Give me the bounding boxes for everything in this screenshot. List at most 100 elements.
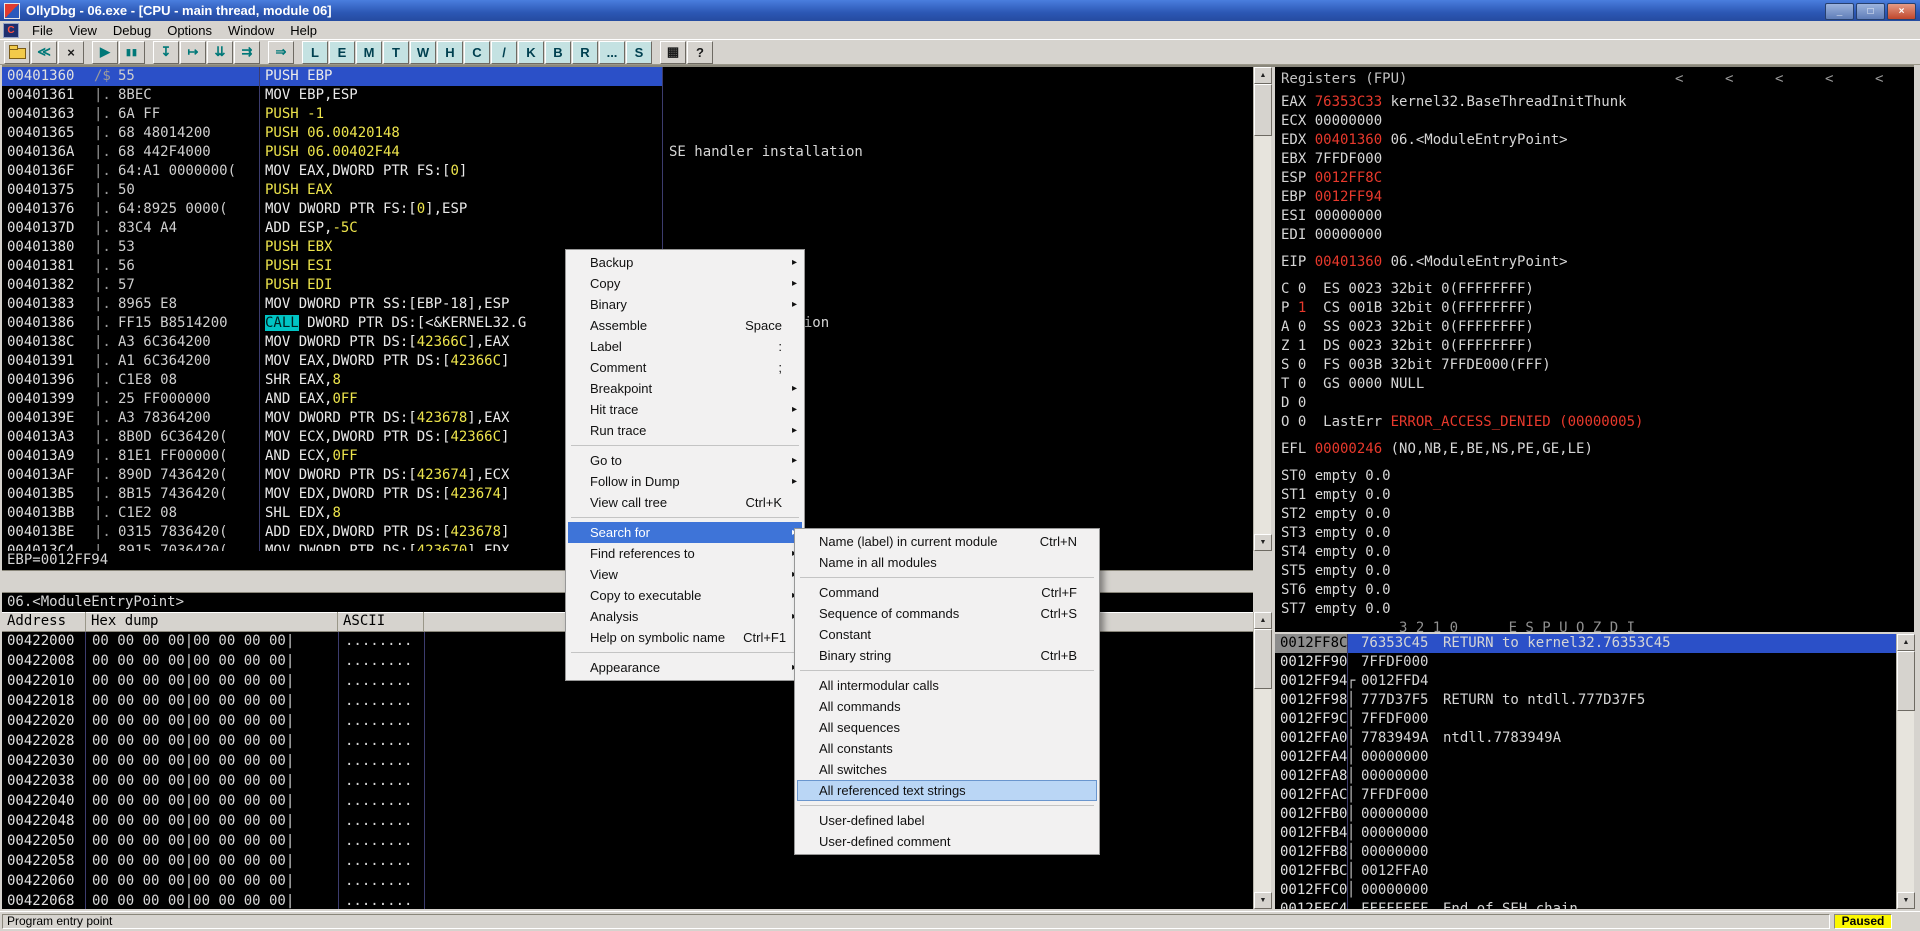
view-source-button[interactable]: S xyxy=(626,40,652,64)
menu-item-binary[interactable]: Binary ▸ xyxy=(568,294,802,315)
menu-item-help-on-symbolic-name[interactable]: Help on symbolic name Ctrl+F1 xyxy=(568,627,802,648)
windows-list-button[interactable]: ▦ xyxy=(660,40,686,64)
stack-row[interactable]: 0012FFAC │ 7FFDF000 xyxy=(1275,786,1896,805)
register-line[interactable]: EFL 00000246 (NO,NB,E,BE,NS,PE,GE,LE) xyxy=(1275,440,1914,459)
register-line[interactable]: EIP 00401360 06.<ModuleEntryPoint> xyxy=(1275,253,1914,272)
menu-view[interactable]: View xyxy=(61,22,105,39)
menu-item-backup[interactable]: Backup ▸ xyxy=(568,252,802,273)
stack-row[interactable]: 0012FFB4 │ 00000000 xyxy=(1275,824,1896,843)
execute-till-return-button[interactable]: ⇒ xyxy=(268,40,294,64)
open-button[interactable] xyxy=(4,40,30,64)
menu-item-find-references-to[interactable]: Find references to▸ xyxy=(568,543,802,564)
menu-debug[interactable]: Debug xyxy=(105,22,159,39)
menu-item-view-call-tree[interactable]: View call tree Ctrl+K xyxy=(568,492,802,513)
dump-row[interactable]: 00422068 00 00 00 00|00 00 00 00|........ xyxy=(2,892,1253,909)
scroll-thumb[interactable] xyxy=(1897,651,1915,711)
register-line[interactable]: T 0 GS 0000 NULL xyxy=(1275,375,1914,394)
menu-item-appearance[interactable]: Appearance▸ xyxy=(568,657,802,678)
menu-item-label[interactable]: Label: xyxy=(568,336,802,357)
scroll-up-icon[interactable]: ▲ xyxy=(1254,67,1272,84)
menu-item-all-switches[interactable]: All switches xyxy=(797,759,1097,780)
register-line[interactable]: ST7 empty 0.0 xyxy=(1275,600,1914,619)
stack-row[interactable]: 0012FFBC │ 0012FFA0 xyxy=(1275,862,1896,881)
child-window-icon[interactable]: C xyxy=(3,22,19,38)
maximize-button[interactable]: □ xyxy=(1856,3,1885,20)
column-divider[interactable] xyxy=(85,632,86,909)
view-runtrace-button[interactable]: ... xyxy=(599,40,625,64)
disasm-row[interactable]: 00401361 |. 8BEC MOV EBP,ESP xyxy=(2,86,1253,105)
menu-item-user-defined-comment[interactable]: User-defined comment xyxy=(797,831,1097,852)
animate-over-button[interactable]: ⇉ xyxy=(234,40,260,64)
dump-row[interactable]: 00422058 00 00 00 00|00 00 00 00|........ xyxy=(2,852,1253,872)
disasm-row[interactable]: 00401365 |. 68 48014200 PUSH 06.00420148 xyxy=(2,124,1253,143)
scroll-down-icon[interactable]: ▼ xyxy=(1254,892,1272,909)
menu-file[interactable]: File xyxy=(24,22,61,39)
close-button[interactable]: × xyxy=(1887,3,1916,20)
restart-button[interactable]: ≪ xyxy=(31,40,57,64)
menu-item-search-for[interactable]: Search for▸ xyxy=(568,522,802,543)
register-line[interactable]: Z 1 DS 0023 32bit 0(FFFFFFFF) xyxy=(1275,337,1914,356)
dump-scrollbar[interactable]: ▲ ▼ xyxy=(1253,612,1272,909)
disasm-row[interactable]: 00401363 |. 6A FF PUSH -1 xyxy=(2,105,1253,124)
register-line[interactable]: ST4 empty 0.0 xyxy=(1275,543,1914,562)
disasm-row[interactable]: 00401376 |. 64:8925 0000(MOV DWORD PTR FS:… xyxy=(2,200,1253,219)
view-log-button[interactable]: L xyxy=(302,40,328,64)
register-line[interactable]: EDI 00000000 xyxy=(1275,226,1914,245)
menu-item-run-trace[interactable]: Run trace ▸ xyxy=(568,420,802,441)
collapse-mark-icon[interactable]: < xyxy=(1875,70,1883,89)
stack-row[interactable]: 0012FF9C │ 7FFDF000 xyxy=(1275,710,1896,729)
view-memory-button[interactable]: M xyxy=(356,40,382,64)
disasm-row[interactable]: 00401375 |. 50 PUSH EAX xyxy=(2,181,1253,200)
pause-button[interactable]: ▮▮ xyxy=(119,40,145,64)
menu-help[interactable]: Help xyxy=(282,22,325,39)
collapse-mark-icon[interactable]: < xyxy=(1675,70,1683,89)
disasm-row[interactable]: 0040136F |. 64:A1 0000000(MOV EAX,DWORD PT… xyxy=(2,162,1253,181)
menu-item-all-intermodular-calls[interactable]: All intermodular calls xyxy=(797,675,1097,696)
dump-header-address[interactable]: Address xyxy=(2,612,86,631)
stack-row[interactable]: 0012FFC4 FFFFFFFF End of SEH chain xyxy=(1275,900,1896,909)
menu-item-go-to[interactable]: Go to ▸ xyxy=(568,450,802,471)
menu-item-breakpoint[interactable]: Breakpoint ▸ xyxy=(568,378,802,399)
menu-item-sequence-of-commands[interactable]: Sequence of commands Ctrl+S xyxy=(797,603,1097,624)
menu-item-command[interactable]: Command Ctrl+F xyxy=(797,582,1097,603)
help-button[interactable]: ? xyxy=(687,40,713,64)
register-line[interactable]: ST0 empty 0.0 xyxy=(1275,467,1914,486)
register-line[interactable]: ST3 empty 0.0 xyxy=(1275,524,1914,543)
menu-item-name-in-all-modules[interactable]: Name in all modules xyxy=(797,552,1097,573)
stack-row[interactable]: 0012FFA0 │ 7783949A ntdll.7783949A xyxy=(1275,729,1896,748)
disassembly-scrollbar[interactable]: ▲ ▼ xyxy=(1253,67,1272,551)
register-line[interactable]: EDX 00401360 06.<ModuleEntryPoint> xyxy=(1275,131,1914,150)
menu-item-all-referenced-text-strings[interactable]: All referenced text strings xyxy=(797,780,1097,801)
menu-item-copy-to-executable[interactable]: Copy to executable▸ xyxy=(568,585,802,606)
stack-row[interactable]: 0012FFA4 │ 00000000 xyxy=(1275,748,1896,767)
menu-item-analysis[interactable]: Analysis▸ xyxy=(568,606,802,627)
menu-item-binary-string[interactable]: Binary string Ctrl+B xyxy=(797,645,1097,666)
stack-row[interactable]: 0012FFA8 │ 00000000 xyxy=(1275,767,1896,786)
view-references-button[interactable]: R xyxy=(572,40,598,64)
dump-header-hex[interactable]: Hex dump xyxy=(86,612,338,631)
register-line[interactable]: C 0 ES 0023 32bit 0(FFFFFFFF) xyxy=(1275,280,1914,299)
view-threads-button[interactable]: T xyxy=(383,40,409,64)
scroll-down-icon[interactable]: ▼ xyxy=(1254,534,1272,551)
stack-row[interactable]: 0012FF90 7FFDF000 xyxy=(1275,653,1896,672)
register-line[interactable]: ESP 0012FF8C xyxy=(1275,169,1914,188)
collapse-mark-icon[interactable]: < xyxy=(1725,70,1733,89)
scroll-up-icon[interactable]: ▲ xyxy=(1897,634,1915,651)
stack-row[interactable]: 0012FFC0 │ 00000000 xyxy=(1275,881,1896,900)
register-line[interactable]: ECX 00000000 xyxy=(1275,112,1914,131)
scroll-up-icon[interactable]: ▲ xyxy=(1254,612,1272,629)
stack-row[interactable]: 0012FFB8 │ 00000000 xyxy=(1275,843,1896,862)
resize-grip[interactable] xyxy=(1905,916,1919,930)
register-line[interactable]: ST6 empty 0.0 xyxy=(1275,581,1914,600)
menu-item-all-constants[interactable]: All constants xyxy=(797,738,1097,759)
view-patches-button[interactable]: / xyxy=(491,40,517,64)
minimize-button[interactable]: _ xyxy=(1825,3,1854,20)
disasm-row[interactable]: 0040137D |. 83C4 A4 ADD ESP,-5C xyxy=(2,219,1253,238)
scroll-thumb[interactable] xyxy=(1254,629,1272,689)
register-line[interactable]: ST5 empty 0.0 xyxy=(1275,562,1914,581)
register-line[interactable]: EBP 0012FF94 xyxy=(1275,188,1914,207)
view-cpu-button[interactable]: C xyxy=(464,40,490,64)
menu-item-user-defined-label[interactable]: User-defined label xyxy=(797,810,1097,831)
register-line[interactable]: ESI 00000000 xyxy=(1275,207,1914,226)
column-divider[interactable] xyxy=(259,67,260,551)
